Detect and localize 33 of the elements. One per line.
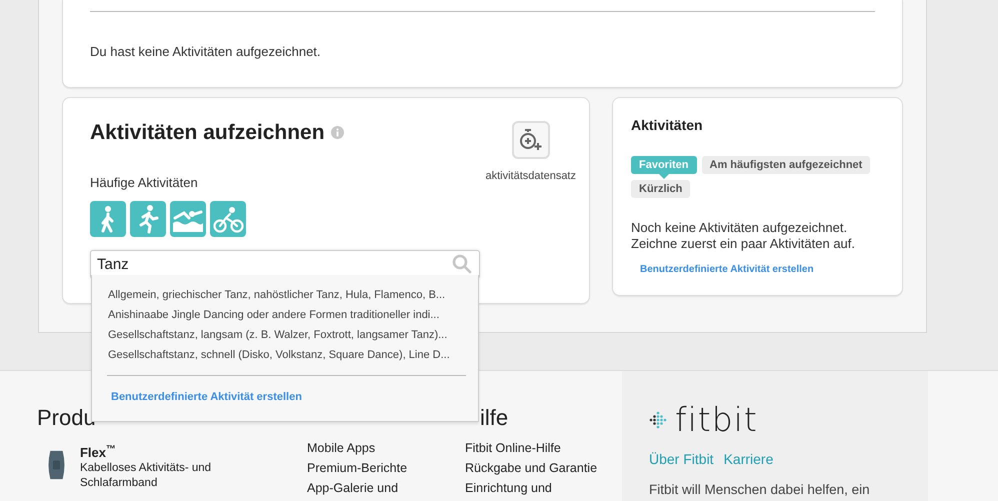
- filter-tab[interactable]: Am häufigsten aufgezeichnet: [702, 156, 870, 174]
- running-person-button[interactable]: [130, 200, 166, 237]
- footer-link[interactable]: Rückgabe und Garantie: [465, 458, 598, 478]
- footer-link[interactable]: Einrichtung und: [465, 478, 552, 498]
- empty-message: Du hast keine Aktivitäten aufgezeichnet.: [90, 43, 322, 61]
- suggestion-item[interactable]: Anishinaabe Jingle Dancing oder andere Formen traditioneller indi...: [107, 305, 466, 325]
- empty-message: Zeichne zuerst ein paar Aktivitäten auf.: [631, 236, 856, 252]
- logo-text: fitbit: [675, 403, 758, 437]
- record-activity-button[interactable]: [512, 121, 550, 159]
- card-title: Aktivitäten: [631, 116, 704, 135]
- footer-link[interactable]: Premium-Berichte: [307, 458, 408, 478]
- swimming-person-button[interactable]: [170, 200, 206, 237]
- footer-link[interactable]: Fitbit Online-Hilfe: [465, 438, 561, 458]
- tagline: Fitbit will Menschen dabei helfen, ein: [649, 482, 871, 498]
- empty-message: Noch keine Aktivitäten aufgezeichnet.: [631, 220, 848, 236]
- filter-tab[interactable]: Kürzlich: [631, 180, 690, 198]
- info-icon[interactable]: [330, 126, 344, 140]
- card-title: Aktivitäten aufzeichnen: [90, 120, 325, 146]
- column-heading: Produ: [37, 406, 96, 430]
- button-label: aktivitätsdatensatz: [486, 169, 576, 184]
- suggestion-item[interactable]: Gesellschaftstanz, langsam (z. B. Walzer, Foxtrott, langsamer Tanz)...: [107, 325, 466, 345]
- walking-person-button[interactable]: [90, 200, 126, 237]
- cycling-person-button[interactable]: [210, 200, 246, 237]
- product-name[interactable]: Flex$^{™}$: [80, 445, 267, 461]
- section-label: Häufige Aktivitäten: [90, 174, 199, 192]
- footer-link[interactable]: App-Galerie und: [307, 478, 398, 498]
- stopwatch-plus-icon: [518, 129, 544, 151]
- column-heading: ilfe: [479, 406, 508, 430]
- footer-link[interactable]: Mobile Apps: [307, 438, 376, 458]
- logo-icon: [649, 411, 667, 429]
- product-description: Kabelloses Aktivitäts- und Schlafarmband: [80, 461, 212, 491]
- suggestion-item[interactable]: Gesellschaftstanz, schnell (Disko, Volkstanz, Square Dance), Line D...: [107, 345, 466, 365]
- suggestion-item[interactable]: Allgemein, griechischer Tanz, nahöstlicher Tanz, Hula, Flamenco, B...: [107, 285, 466, 305]
